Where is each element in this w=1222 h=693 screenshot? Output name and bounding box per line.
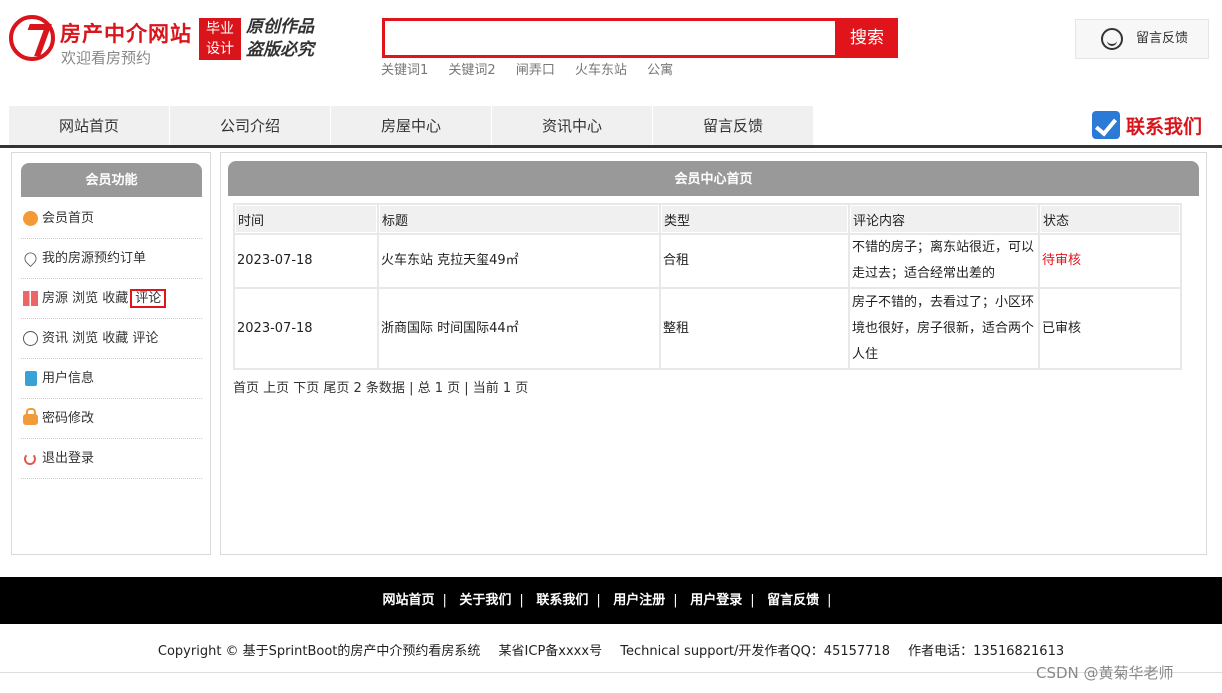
watermark: CSDN @黄菊华老师	[1036, 664, 1174, 682]
main-nav: 网站首页 公司介绍 房屋中心 资讯中心 留言反馈	[9, 106, 814, 146]
clock-icon	[23, 331, 38, 346]
sidebar-item-label: 用户信息	[42, 371, 95, 386]
search-button[interactable]: 搜索	[836, 18, 898, 58]
sidebar-item-label: 资讯 浏览 收藏 评论	[42, 331, 159, 346]
cell-title[interactable]: 火车东站 克拉天玺49㎡	[379, 235, 659, 287]
heart-icon	[22, 250, 39, 267]
hot-keywords: 关键词1 关键词2 闸弄口 火车东站 公寓	[381, 59, 689, 78]
nav-divider	[0, 145, 1222, 148]
search-input[interactable]	[385, 21, 835, 55]
footer-link-register[interactable]: 用户注册	[613, 593, 665, 608]
hot-keyword[interactable]: 火车东站	[575, 63, 627, 78]
copyright-text: Copyright © 基于SprintBoot的房产中介预约看房系统	[157, 644, 481, 659]
sidebar-item-logout[interactable]: 退出登录	[21, 439, 202, 479]
hot-keyword[interactable]: 关键词2	[448, 63, 495, 78]
contact-us-label: 联系我们	[1126, 116, 1203, 138]
user-info-icon	[25, 371, 37, 386]
lock-icon	[23, 408, 38, 425]
sidebar-item-label: 退出登录	[42, 451, 95, 466]
sidebar-item-news-activity[interactable]: 资讯 浏览 收藏 评论	[21, 319, 202, 359]
sidebar-item-user-info[interactable]: 用户信息	[21, 359, 202, 399]
logo-icon[interactable]	[9, 15, 55, 61]
phone-text: 作者电话：13516821613	[908, 644, 1065, 659]
column-header: 标题	[379, 205, 659, 233]
header: 房产中介网站 欢迎看房预约 毕业 设计 原创作品 盗版必究 搜索 关键词1 关键…	[0, 0, 1222, 100]
graduation-badge: 毕业 设计	[199, 18, 241, 60]
cell-time: 2023-07-18	[235, 289, 377, 368]
sidebar-item-label: 会员首页	[42, 211, 95, 226]
original-slogan: 原创作品 盗版必究	[246, 16, 314, 62]
column-header: 时间	[235, 205, 377, 233]
home-icon	[23, 211, 38, 226]
footer-link-feedback[interactable]: 留言反馈	[767, 593, 819, 608]
comments-table: 时间 标题 类型 评论内容 状态 2023-07-18 火车东站 克拉天玺49㎡…	[233, 203, 1182, 370]
table-header-row: 时间 标题 类型 评论内容 状态	[235, 205, 1180, 233]
sidebar-item-label: 密码修改	[42, 411, 95, 426]
cell-title[interactable]: 浙商国际 时间国际44㎡	[379, 289, 659, 368]
sidebar-item-member-home[interactable]: 会员首页	[21, 199, 202, 239]
sidebar-item-label: 房源 浏览 收藏	[42, 291, 129, 306]
cell-type: 整租	[661, 289, 848, 368]
sidebar-item-orders[interactable]: 我的房源预约订单	[21, 239, 202, 279]
feedback-label: 留言反馈	[1136, 31, 1189, 46]
cell-status: 已审核	[1040, 289, 1180, 368]
house-comments-link[interactable]: 评论	[130, 289, 167, 308]
sidebar-title: 会员功能	[21, 163, 202, 197]
slogan-line1: 原创作品	[246, 17, 314, 37]
footer-links: 网站首页 | 关于我们 | 联系我们 | 用户注册 | 用户登录 | 留言反馈 |	[0, 577, 1222, 624]
badge-line1: 毕业	[206, 21, 234, 37]
support-text: Technical support/开发作者QQ：45157718	[620, 644, 890, 659]
hot-keyword[interactable]: 公寓	[647, 63, 673, 78]
footer-link-home[interactable]: 网站首页	[382, 593, 434, 608]
hot-keyword[interactable]: 闸弄口	[516, 63, 555, 78]
footer-link-about[interactable]: 关于我们	[459, 593, 511, 608]
copyright: Copyright © 基于SprintBoot的房产中介预约看房系统 某省IC…	[0, 640, 1222, 659]
footer-link-login[interactable]: 用户登录	[690, 593, 742, 608]
cell-time: 2023-07-18	[235, 235, 377, 287]
column-header: 状态	[1040, 205, 1180, 233]
cell-type: 合租	[661, 235, 848, 287]
cell-comment: 房子不错的，去看过了；小区环境也很好，房子很新，适合两个人住	[850, 289, 1038, 368]
search-box	[382, 18, 838, 58]
pagination[interactable]: 首页 上页 下页 尾页 2 条数据 | 总 1 页 | 当前 1 页	[233, 377, 528, 396]
table-row: 2023-07-18 浙商国际 时间国际44㎡ 整租 房子不错的，去看过了；小区…	[235, 289, 1180, 368]
main-content: 会员中心首页 时间 标题 类型 评论内容 状态 2023-07-18 火车东站 …	[220, 152, 1207, 555]
nav-item-houses[interactable]: 房屋中心	[331, 106, 492, 146]
column-header: 评论内容	[850, 205, 1038, 233]
site-title[interactable]: 房产中介网站	[60, 18, 192, 48]
nav-item-feedback[interactable]: 留言反馈	[653, 106, 814, 146]
nav-item-about[interactable]: 公司介绍	[170, 106, 331, 146]
feedback-button[interactable]: 留言反馈	[1075, 19, 1209, 59]
headset-icon	[1101, 28, 1123, 50]
cell-comment: 不错的房子；离东站很近，可以走过去；适合经常出差的	[850, 235, 1038, 287]
sidebar-list: 会员首页 我的房源预约订单 房源 浏览 收藏 评论 资讯 浏览 收藏 评论 用户信…	[21, 199, 202, 479]
column-header: 类型	[661, 205, 848, 233]
nav-item-home[interactable]: 网站首页	[9, 106, 170, 146]
grid-icon	[23, 291, 38, 306]
sidebar: 会员功能 会员首页 我的房源预约订单 房源 浏览 收藏 评论 资讯 浏览 收藏 评…	[11, 152, 211, 555]
cell-status: 待审核	[1040, 235, 1180, 287]
sidebar-item-house-activity[interactable]: 房源 浏览 收藏 评论	[21, 279, 202, 319]
page-title: 会员中心首页	[228, 161, 1199, 196]
footer-link-contact[interactable]: 联系我们	[536, 593, 588, 608]
hot-keyword[interactable]: 关键词1	[381, 63, 428, 78]
site-subtitle: 欢迎看房预约	[61, 49, 152, 67]
check-icon	[1092, 111, 1120, 139]
slogan-line2: 盗版必究	[246, 40, 314, 60]
icp-text: 某省ICP备xxxx号	[498, 644, 603, 659]
sidebar-item-password[interactable]: 密码修改	[21, 399, 202, 439]
table-row: 2023-07-18 火车东站 克拉天玺49㎡ 合租 不错的房子；离东站很近，可…	[235, 235, 1180, 287]
nav-item-news[interactable]: 资讯中心	[492, 106, 653, 146]
power-icon	[24, 453, 36, 465]
badge-line2: 设计	[206, 41, 234, 57]
sidebar-item-label: 我的房源预约订单	[42, 251, 147, 266]
